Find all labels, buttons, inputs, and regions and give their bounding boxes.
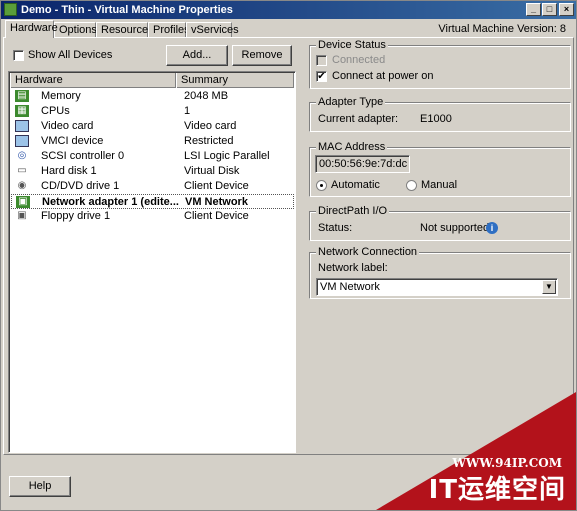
current-adapter-value: E1000 <box>420 113 452 125</box>
chevron-down-icon[interactable]: ▼ <box>542 280 556 294</box>
directpath-status-value: Not supported <box>420 222 490 234</box>
hardware-row-name: CPUs <box>41 105 70 117</box>
hardware-row-summary: 2048 MB <box>184 90 229 102</box>
network-connection-group: Network Connection Network label: VM Net… <box>309 246 571 299</box>
cpu-icon: ▦ <box>15 105 29 117</box>
hardware-row-name: Video card <box>41 120 94 132</box>
connected-checkbox <box>316 55 327 66</box>
hardware-row-vmci-device[interactable]: VMCI device Restricted <box>11 134 294 149</box>
help-button[interactable]: Help <box>9 476 71 497</box>
hardware-row-scsi-controller[interactable]: ◎ SCSI controller 0 LSI Logic Parallel <box>11 149 294 164</box>
mac-address-field[interactable]: 00:50:56:9e:7d:dc <box>315 155 410 173</box>
minimize-button[interactable]: _ <box>526 3 541 16</box>
hardware-row-cd-dvd[interactable]: ◉ CD/DVD drive 1 Client Device <box>11 179 294 194</box>
hardware-row-summary: Video card <box>184 120 237 132</box>
hardware-list-header: Hardware Summary <box>10 73 294 88</box>
scsi-icon: ◎ <box>17 150 27 161</box>
manual-radio[interactable] <box>406 180 417 191</box>
hardware-row-cpus[interactable]: ▦ CPUs 1 <box>11 104 294 119</box>
hardware-row-summary: Client Device <box>184 180 249 192</box>
window-title: Demo - Thin - Virtual Machine Properties <box>21 4 233 16</box>
device-status-title: Device Status <box>316 39 388 51</box>
hardware-row-name: Memory <box>41 90 81 102</box>
column-summary[interactable]: Summary <box>176 73 294 88</box>
hardware-row-summary: Restricted <box>184 135 234 147</box>
tab-vservices[interactable]: vServices <box>186 22 239 38</box>
device-status-group: Device Status Connected ✔ Connect at pow… <box>309 39 571 89</box>
hardware-row-name: SCSI controller 0 <box>41 150 125 162</box>
add-button[interactable]: Add... <box>166 45 228 66</box>
hardware-row-summary: Client Device <box>184 210 249 222</box>
show-all-devices-label: Show All Devices <box>28 49 113 61</box>
hardware-row-name: CD/DVD drive 1 <box>41 180 120 192</box>
network-label-caption: Network label: <box>318 262 388 274</box>
vmci-icon <box>15 135 29 147</box>
column-hardware[interactable]: Hardware <box>10 73 176 88</box>
connected-label: Connected <box>332 54 386 66</box>
directpath-title: DirectPath I/O <box>316 205 390 217</box>
app-icon <box>4 3 17 16</box>
tab-profiles[interactable]: Profiles <box>148 22 190 38</box>
tab-options[interactable]: Options <box>54 22 97 38</box>
hardware-row-summary: Virtual Disk <box>184 165 240 177</box>
network-adapter-icon: ▣ <box>16 196 30 208</box>
hardware-row-summary: VM Network <box>185 196 248 208</box>
automatic-label: Automatic <box>331 179 380 191</box>
hardware-row-name: Hard disk 1 <box>41 165 97 177</box>
cd-dvd-icon: ◉ <box>17 180 27 191</box>
mac-address-title: MAC Address <box>316 141 388 153</box>
title-bar: Demo - Thin - Virtual Machine Properties… <box>1 1 576 19</box>
remove-button[interactable]: Remove <box>232 45 292 66</box>
video-card-icon <box>15 120 29 132</box>
maximize-button[interactable]: □ <box>542 3 557 16</box>
hardware-row-floppy[interactable]: ▣ Floppy drive 1 Client Device <box>11 209 294 224</box>
network-label-select[interactable]: VM Network ▼ <box>316 278 558 296</box>
directpath-group: DirectPath I/O Status: Not supported i <box>309 205 571 241</box>
tab-resources[interactable]: Resources <box>96 22 154 38</box>
hardware-row-name: Network adapter 1 (edite... <box>42 196 179 208</box>
watermark-url: WWW.94IP.COM <box>452 456 562 470</box>
vm-properties-window: Demo - Thin - Virtual Machine Properties… <box>0 0 577 511</box>
hardware-row-memory[interactable]: ▤ Memory 2048 MB <box>11 89 294 104</box>
adapter-type-group: Adapter Type Current adapter: E1000 <box>309 96 571 132</box>
directpath-status-label: Status: <box>318 222 353 234</box>
network-label-value: VM Network <box>320 281 380 293</box>
hardware-row-network-adapter[interactable]: ▣ Network adapter 1 (edite... VM Network <box>11 194 294 209</box>
show-all-devices-checkbox[interactable] <box>13 50 24 61</box>
floppy-icon: ▣ <box>17 210 27 221</box>
connect-at-power-on-label: Connect at power on <box>332 70 434 82</box>
hardware-row-summary: LSI Logic Parallel <box>184 150 270 162</box>
adapter-type-title: Adapter Type <box>316 96 386 108</box>
close-button[interactable]: × <box>559 3 574 16</box>
memory-icon: ▤ <box>15 90 29 102</box>
tab-hardware[interactable]: Hardware <box>5 20 58 38</box>
current-adapter-label: Current adapter: <box>318 113 399 125</box>
manual-label: Manual <box>421 179 458 191</box>
hardware-row-summary: 1 <box>184 105 191 117</box>
hardware-row-name: Floppy drive 1 <box>41 210 111 222</box>
watermark-text: IT运维空间 <box>428 475 566 505</box>
hardware-row-video-card[interactable]: Video card Video card <box>11 119 294 134</box>
hardware-row-hard-disk[interactable]: ▭ Hard disk 1 Virtual Disk <box>11 164 294 179</box>
automatic-radio[interactable] <box>316 180 327 191</box>
info-icon[interactable]: i <box>486 222 498 234</box>
vm-version-label: Virtual Machine Version: 8 <box>438 23 566 35</box>
hardware-list: Hardware Summary ▤ Memory 2048 MB ▦ CPUs… <box>8 71 296 453</box>
mac-address-group: MAC Address 00:50:56:9e:7d:dc Automatic … <box>309 141 571 197</box>
network-connection-title: Network Connection <box>316 246 420 258</box>
connect-at-power-on-checkbox[interactable]: ✔ <box>316 71 327 82</box>
hard-disk-icon: ▭ <box>17 165 27 176</box>
hardware-row-name: VMCI device <box>41 135 104 147</box>
